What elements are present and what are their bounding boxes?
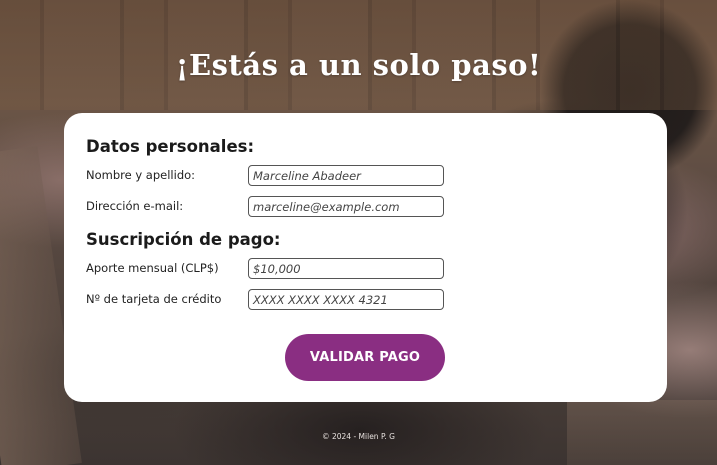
email-label: Dirección e-mail: [86, 199, 184, 213]
card-number-label: Nº de tarjeta de crédito [86, 292, 222, 306]
email-input[interactable]: marceline@example.com [248, 196, 444, 217]
personal-data-heading: Datos personales: [86, 137, 255, 156]
payment-heading: Suscripción de pago: [86, 230, 281, 249]
email-row: Dirección e-mail: marceline@example.com [86, 196, 486, 218]
subscription-form-card: Datos personales: Nombre y apellido: Mar… [64, 113, 667, 402]
name-label: Nombre y apellido: [86, 168, 196, 182]
name-row: Nombre y apellido: Marceline Abadeer [86, 165, 486, 187]
page-title: ¡Estás a un solo paso! [175, 48, 542, 82]
footer-copyright: © 2024 - Milen P. G [322, 432, 395, 441]
card-number-input[interactable]: XXXX XXXX XXXX 4321 [248, 289, 444, 310]
amount-label: Aporte mensual (CLP$) [86, 261, 219, 275]
name-input[interactable]: Marceline Abadeer [248, 165, 444, 186]
amount-row: Aporte mensual (CLP$) $10,000 [86, 258, 486, 280]
validate-payment-button[interactable]: VALIDAR PAGO [285, 334, 445, 381]
card-number-row: Nº de tarjeta de crédito XXXX XXXX XXXX … [86, 289, 486, 311]
amount-input[interactable]: $10,000 [248, 258, 444, 279]
page-background: ¡Estás a un solo paso! Datos personales:… [0, 0, 717, 465]
